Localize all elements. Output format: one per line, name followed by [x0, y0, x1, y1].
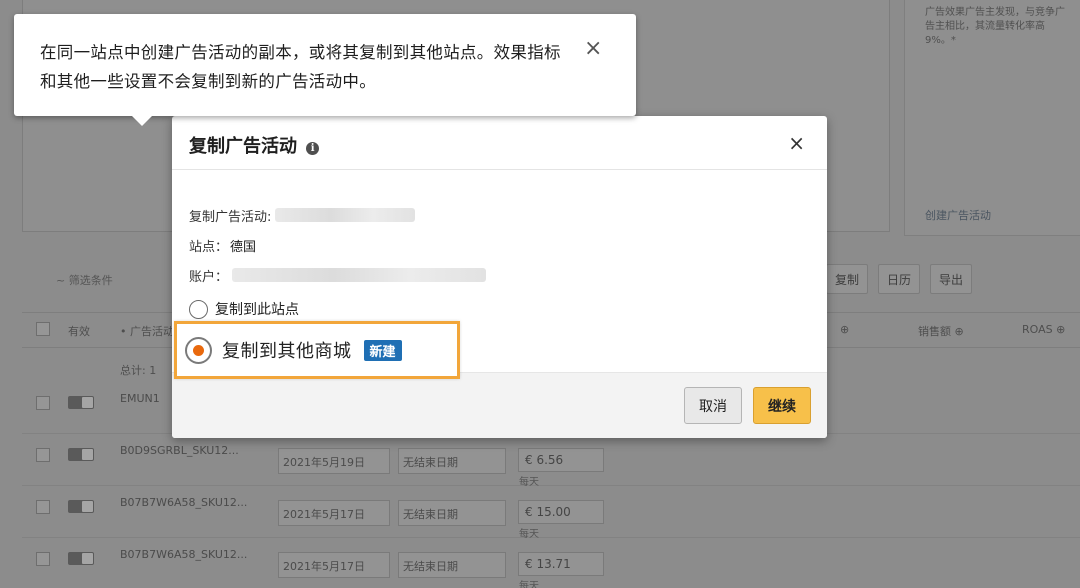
table-actions: 复制 日历 导出 [826, 264, 973, 294]
row-toggle[interactable] [68, 396, 94, 409]
option-copy-this-site[interactable]: 复制到此站点 [189, 299, 827, 319]
option-copy-other-marketplace[interactable]: 复制到其他商城 新建 [174, 321, 460, 379]
row-toggle[interactable] [68, 448, 94, 461]
dialog-title: 复制广告活动 [189, 136, 297, 157]
account-field: 账户： [189, 260, 827, 290]
row-budget-period: 每天 [519, 529, 539, 540]
row-checkbox[interactable] [36, 500, 50, 514]
row-budget[interactable]: € 13.71 每天 [518, 552, 604, 588]
filter-toggle[interactable]: ~ 筛选条件 [56, 272, 113, 288]
option-this-site-label: 复制到此站点 [215, 302, 299, 318]
dialog-header: 复制广告活动 i × [172, 116, 827, 170]
row-budget-value: € 15.00 [525, 505, 571, 519]
header-campaign[interactable]: • 广告活动 [120, 323, 174, 339]
copy-campaign-dialog: 复制广告活动 i × 复制广告活动: 站点： 德国 账户： 复制到此站点 取消 … [172, 116, 827, 438]
row-campaign-name[interactable]: B07B7W6A58_SKU12... [120, 496, 247, 509]
dialog-body: 复制广告活动: 站点： 德国 账户： 复制到此站点 [172, 170, 827, 319]
campaign-label: 复制广告活动: [189, 209, 272, 225]
table-row[interactable]: B07B7W6A58_SKU12... 2021年5月17日 无结束日期 € 1… [22, 540, 1080, 588]
row-start-date[interactable]: 2021年5月17日 [278, 500, 390, 526]
row-end-date[interactable]: 无结束日期 [398, 552, 506, 578]
total-row-label: 总计: 1 [120, 364, 157, 377]
radio-other-marketplace-selected[interactable] [185, 336, 212, 364]
dialog-close-icon[interactable]: × [788, 131, 805, 155]
row-end-date[interactable]: 无结束日期 [398, 500, 506, 526]
campaign-field: 复制广告活动: [189, 200, 827, 230]
calendar-action-button[interactable]: 日历 [878, 264, 921, 294]
row-campaign-name[interactable]: B07B7W6A58_SKU12... [120, 548, 247, 561]
row-toggle[interactable] [68, 500, 94, 513]
campaign-name-redacted [275, 208, 416, 222]
export-action-button[interactable]: 导出 [930, 264, 973, 294]
table-row[interactable]: B07B7W6A58_SKU12... 2021年5月17日 无结束日期 € 1… [22, 488, 1080, 540]
tooltip-close-icon[interactable]: × [584, 38, 602, 60]
continue-button[interactable]: 继续 [753, 387, 811, 424]
account-label: 账户： [189, 269, 229, 285]
header-col-a[interactable]: ⊕ [840, 323, 849, 336]
dialog-footer: 取消 继续 [172, 372, 827, 438]
row-budget-value: € 6.56 [525, 453, 564, 467]
tooltip-text: 在同一站点中创建广告活动的副本，或将其复制到其他站点。效果指标和其他一些设置不会… [40, 43, 561, 91]
copy-action-button[interactable]: 复制 [826, 264, 869, 294]
row-budget-period: 每天 [519, 581, 539, 588]
row-campaign-name[interactable]: B0D9SGRBL_SKU12... [120, 444, 239, 457]
create-campaign-link[interactable]: 创建广告活动 [925, 207, 991, 223]
promo-card: 广告效果广告主发现，与竞争广告主相比，其流量转化率高 9%。* 创建广告活动 [904, 0, 1080, 236]
account-name-redacted [232, 268, 487, 282]
row-checkbox[interactable] [36, 448, 50, 462]
radio-this-site[interactable] [189, 299, 208, 319]
row-budget[interactable]: € 15.00 每天 [518, 500, 604, 540]
header-sales[interactable]: 销售额 ⊕ [918, 323, 964, 339]
select-all-checkbox[interactable] [36, 322, 50, 336]
row-end-date[interactable]: 无结束日期 [398, 448, 506, 474]
row-budget[interactable]: € 6.56 每天 [518, 448, 604, 488]
row-campaign-name[interactable]: EMUN1 [120, 392, 160, 405]
row-toggle[interactable] [68, 552, 94, 565]
copy-campaign-tooltip: 在同一站点中创建广告活动的副本，或将其复制到其他站点。效果指标和其他一些设置不会… [14, 14, 636, 126]
promo-description: 广告效果广告主发现，与竞争广告主相比，其流量转化率高 9%。* [925, 7, 1065, 46]
option-other-label: 复制到其他商城 [222, 341, 352, 362]
row-checkbox[interactable] [36, 552, 50, 566]
row-budget-value: € 13.71 [525, 557, 571, 571]
new-badge: 新建 [363, 339, 402, 361]
row-checkbox[interactable] [36, 396, 50, 410]
row-budget-period: 每天 [519, 477, 539, 488]
info-icon[interactable]: i [306, 142, 320, 155]
row-start-date[interactable]: 2021年5月19日 [278, 448, 390, 474]
site-label: 站点： [189, 239, 229, 255]
cancel-button[interactable]: 取消 [684, 387, 742, 424]
header-roas[interactable]: ROAS ⊕ [1022, 323, 1065, 336]
header-active[interactable]: 有效 [68, 323, 90, 339]
site-field: 站点： 德国 [189, 230, 827, 260]
table-row[interactable]: B0D9SGRBL_SKU12... 2021年5月19日 无结束日期 € 6.… [22, 436, 1080, 488]
row-start-date[interactable]: 2021年5月17日 [278, 552, 390, 578]
site-value: 德国 [230, 239, 257, 255]
